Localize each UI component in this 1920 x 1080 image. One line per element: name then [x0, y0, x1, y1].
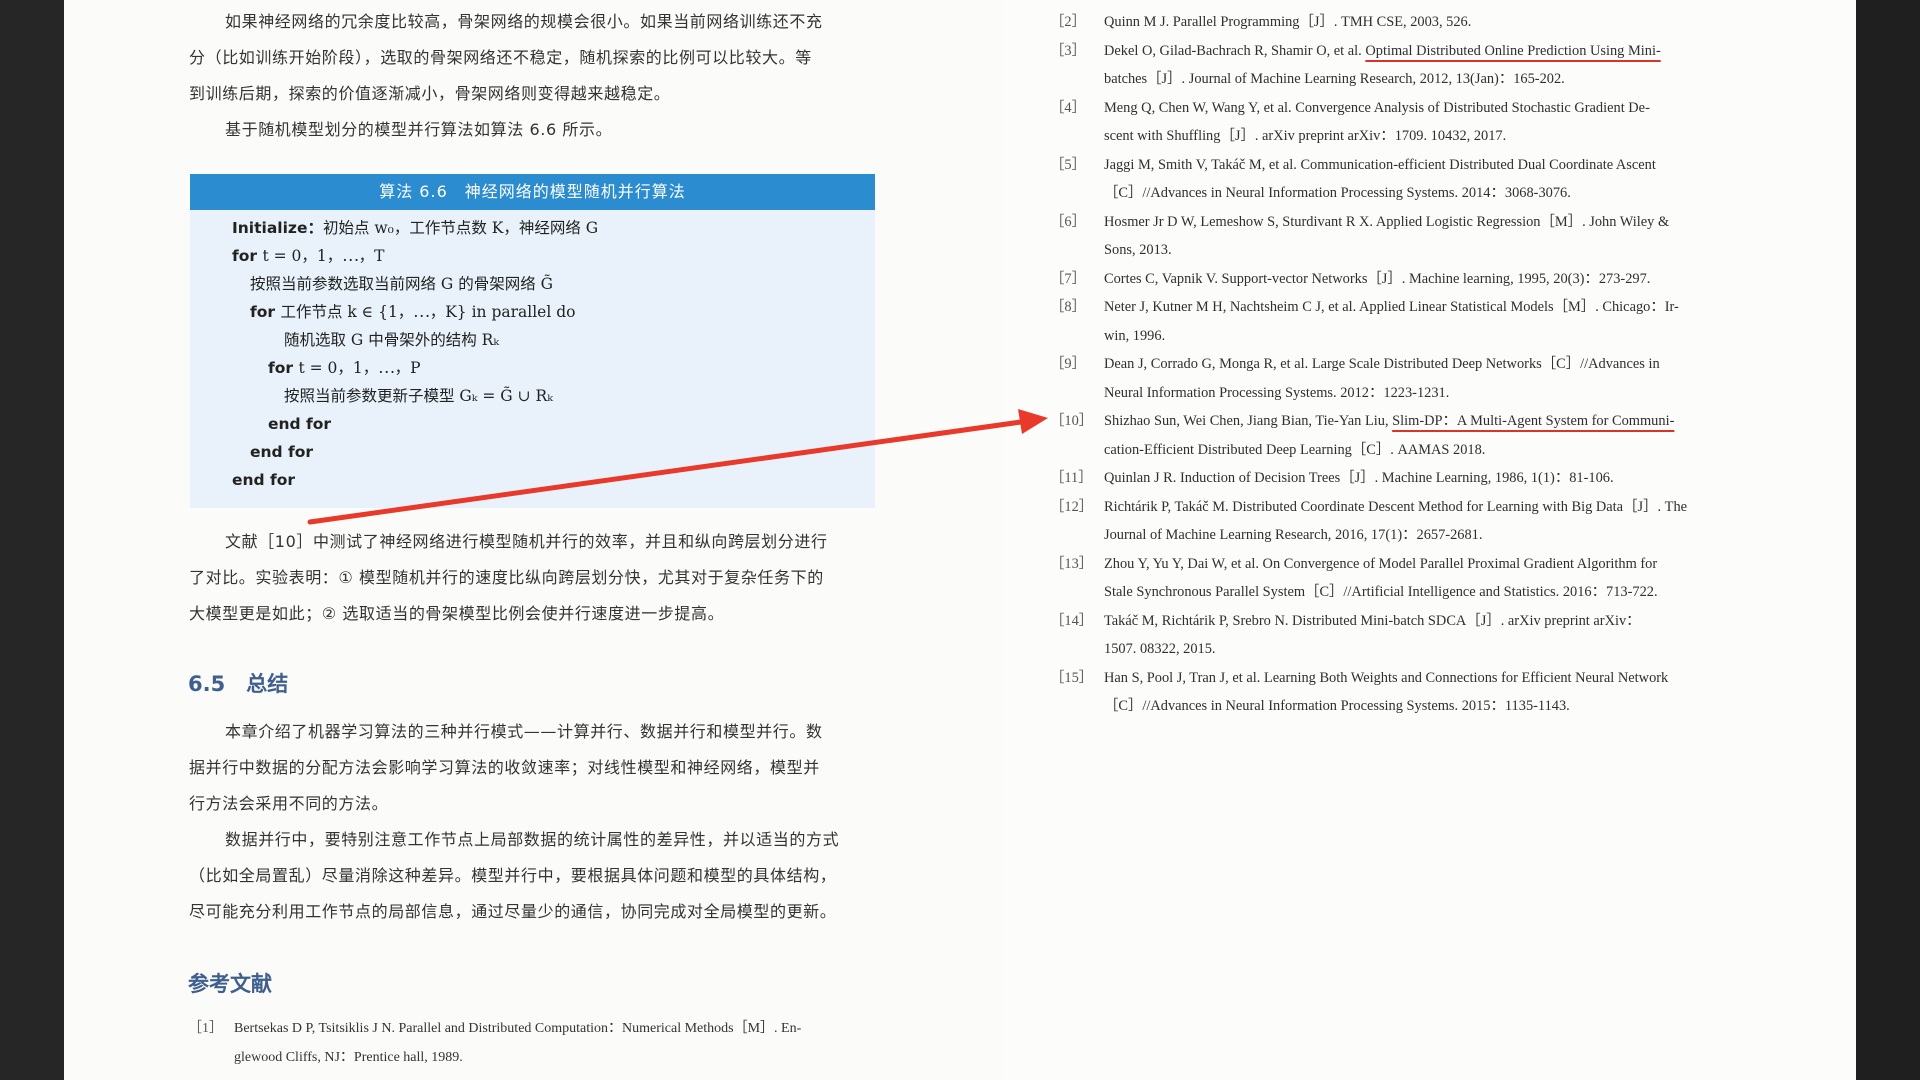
reference-text: 1507. 08322, 2015. — [1104, 641, 1216, 657]
reference-item: ［3］ Dekel O, Gilad-Bachrach R, Shamir O, … — [1050, 37, 1770, 94]
reference-item: ［5］ Jaggi M, Smith V, Takáč M, et al. Com… — [1050, 151, 1770, 208]
reference-text: Meng Q, Chen W, Wang Y, et al. Convergen… — [1104, 99, 1650, 116]
reference-number: ［1］ — [188, 1021, 223, 1036]
reference-text: Han S, Pool J, Tran J, et al. Learning B… — [1104, 669, 1669, 686]
reference-item: ［6］ Hosmer Jr D W, Lemeshow S, Sturdivant… — [1050, 208, 1770, 265]
reference-text: Richtárik P, Takáč M. Distributed Coordi… — [1104, 498, 1688, 515]
reference-item: ［14］ Takáč M, Richtárik P, Srebro N. Dist… — [1050, 607, 1770, 664]
reference-number: ［3］ — [1050, 42, 1086, 59]
reference-number: ［14］ — [1050, 612, 1094, 629]
reference-number: ［11］ — [1050, 470, 1093, 486]
reference-text: Dean J, Corrado G, Monga R, et al. Large… — [1104, 356, 1660, 372]
text-line: 本章介绍了机器学习算法的三种并行模式——计算并行、数据并行和模型并行。数 — [225, 722, 823, 741]
reference-item: ［12］ Richtárik P, Takáč M. Distributed Co… — [1050, 493, 1770, 550]
reference-text: Journal of Machine Learning Research, 20… — [1104, 527, 1483, 543]
text-line: 如果神经网络的冗余度比较高，骨架网络的规模会很小。如果当前网络训练还不充 — [225, 12, 823, 31]
references-title: 参考文献 — [188, 972, 272, 996]
algorithm-line: for t = 0，1，⋯，P — [268, 359, 421, 377]
text-line: 数据并行中，要特别注意工作节点上局部数据的统计属性的差异性，并以适当的方式 — [225, 830, 840, 849]
reference-item: ［7］ Cortes C, Vapnik V. Support-vector Ne… — [1050, 265, 1770, 294]
text-line: 大模型更是如此；② 选取适当的骨架模型比例会使并行速度进一步提高。 — [189, 604, 725, 623]
text-line: 基于随机模型划分的模型并行算法如算法 6.6 所示。 — [225, 120, 613, 139]
reference-text: cation-Efficient Distributed Deep Learni… — [1104, 441, 1486, 458]
algorithm-line: end for — [268, 415, 332, 433]
text-line: 了对比。实验表明：① 模型随机并行的速度比纵向跨层划分快，尤其对于复杂任务下的 — [189, 568, 824, 587]
reference-item: ［13］ Zhou Y, Yu Y, Dai W, et al. On Conve… — [1050, 550, 1770, 607]
reference-number: ［4］ — [1050, 99, 1086, 116]
reference-number: ［5］ — [1050, 156, 1086, 173]
experiment-paragraph: 文献［10］中测试了神经网络进行模型随机并行的效率，并且和纵向跨层划分进行 了对… — [189, 524, 874, 632]
reference-text: Cortes C, Vapnik V. Support-vector Netwo… — [1104, 270, 1651, 287]
reference-text: ［C］//Advances in Neural Information Proc… — [1104, 185, 1571, 201]
reference-text: Quinn M J. Parallel Programming［J］. TMH … — [1104, 14, 1472, 30]
text-line: 分（比如训练开始阶段），选取的骨架网络还不稳定，随机探索的比例可以比较大。等 — [189, 48, 812, 67]
reference-number: ［6］ — [1050, 213, 1086, 230]
algorithm-line: 随机选取 G 中骨架外的结构 Rₖ — [284, 331, 499, 349]
text-line: 尽可能充分利用工作节点的局部信息，通过尽量少的通信，协同完成对全局模型的更新。 — [189, 902, 837, 921]
algorithm-line: end for — [250, 443, 314, 461]
reference-item: ［4］ Meng Q, Chen W, Wang Y, et al. Conver… — [1050, 94, 1770, 151]
algorithm-line: 按照当前参数更新子模型 Gₖ = G̃ ∪ Rₖ — [284, 387, 553, 405]
summary-paragraph: 本章介绍了机器学习算法的三种并行模式——计算并行、数据并行和模型并行。数 据并行… — [189, 714, 874, 930]
reference-number: ［2］ — [1050, 14, 1086, 30]
highlighted-title: Optimal Distributed Online Prediction Us… — [1365, 42, 1661, 59]
algorithm-box: 算法 6.6 神经网络的模型随机并行算法 Initialize：初始点 w₀，工… — [190, 174, 875, 508]
reference-text: Jaggi M, Smith V, Takáč M, et al. Commun… — [1104, 156, 1656, 173]
reference-item: ［11］ Quinlan J R. Induction of Decision T… — [1050, 464, 1770, 493]
intro-paragraph: 如果神经网络的冗余度比较高，骨架网络的规模会很小。如果当前网络训练还不充 分（比… — [189, 4, 874, 148]
reference-text: Shizhao Sun, Wei Chen, Jiang Bian, Tie-Y… — [1104, 413, 1675, 429]
reference-text: Quinlan J R. Induction of Decision Trees… — [1104, 470, 1614, 486]
reference-number: ［13］ — [1050, 555, 1094, 572]
reference-text: Neter J, Kutner M H, Nachtsheim C J, et … — [1104, 299, 1679, 315]
reference-number: ［7］ — [1050, 270, 1086, 287]
reference-number: ［9］ — [1050, 356, 1086, 372]
reference-item: ［9］ Dean J, Corrado G, Monga R, et al. La… — [1050, 350, 1770, 407]
left-page: 如果神经网络的冗余度比较高，骨架网络的规模会很小。如果当前网络训练还不充 分（比… — [64, 0, 1004, 1080]
algorithm-line: end for — [232, 471, 296, 489]
reference-item: ［15］ Han S, Pool J, Tran J, et al. Learni… — [1050, 664, 1770, 721]
right-bezel — [1856, 0, 1920, 1080]
reference-text: Hosmer Jr D W, Lemeshow S, Sturdivant R … — [1104, 213, 1670, 230]
reference-text: Takáč M, Richtárik P, Srebro N. Distribu… — [1104, 612, 1641, 629]
algorithm-body: Initialize：初始点 w₀，工作节点数 K，神经网络 G for t =… — [190, 210, 875, 489]
right-page: ［2］ Quinn M J. Parallel Programming［J］. T… — [1004, 0, 1856, 1080]
text-line: 据并行中数据的分配方法会影响学习算法的收敛速率；对线性模型和神经网络，模型并 — [189, 758, 820, 777]
text-line: 行方法会采用不同的方法。 — [189, 794, 389, 813]
reference-number: ［10］ — [1050, 413, 1094, 429]
reference-text: batches［J］. Journal of Machine Learning … — [1104, 71, 1565, 87]
reference-item: ［8］ Neter J, Kutner M H, Nachtsheim C J, … — [1050, 293, 1770, 350]
reference-text: glewood Cliffs, NJ：Prentice hall, 1989. — [234, 1050, 463, 1065]
reference-text: Zhou Y, Yu Y, Dai W, et al. On Convergen… — [1104, 555, 1658, 572]
highlighted-title: Slim-DP：A Multi-Agent System for Communi… — [1392, 413, 1675, 429]
section-title: 6.5 总结 — [188, 672, 289, 696]
reference-text: Neural Information Processing Systems. 2… — [1104, 384, 1450, 401]
text-line: 文献［10］中测试了神经网络进行模型随机并行的效率，并且和纵向跨层划分进行 — [225, 532, 828, 551]
reference-item: ［2］ Quinn M J. Parallel Programming［J］. T… — [1050, 8, 1770, 37]
left-bezel — [0, 0, 64, 1080]
algorithm-line: 按照当前参数选取当前网络 G 的骨架网络 G̃ — [250, 275, 554, 293]
reference-number: ［15］ — [1050, 669, 1094, 686]
reference-text: Sons, 2013. — [1104, 242, 1172, 258]
text-line: 到训练后期，探索的价值逐渐减小，骨架网络则变得越来越稳定。 — [189, 84, 671, 103]
algorithm-line: Initialize：初始点 w₀，工作节点数 K，神经网络 G — [232, 219, 599, 237]
reference-list: ［2］ Quinn M J. Parallel Programming［J］. T… — [1050, 8, 1770, 721]
text-line: （比如全局置乱）尽量消除这种差异。模型并行中，要根据具体问题和模型的具体结构， — [189, 866, 837, 885]
reference-item: ［10］ Shizhao Sun, Wei Chen, Jiang Bian, T… — [1050, 407, 1770, 464]
algorithm-line: for 工作节点 k ∈ {1，⋯，K} in parallel do — [250, 303, 576, 321]
reference-text: scent with Shuffling［J］. arXiv preprint … — [1104, 128, 1507, 144]
reference-item: ［1］ Bertsekas D P, Tsitsiklis J N. Parall… — [188, 1014, 888, 1072]
reference-text: win, 1996. — [1104, 327, 1166, 344]
reference-number: ［12］ — [1050, 498, 1094, 515]
algorithm-title: 算法 6.6 神经网络的模型随机并行算法 — [190, 174, 875, 210]
reference-text: Stale Synchronous Parallel System［C］//Ar… — [1104, 584, 1658, 600]
reference-text: Bertsekas D P, Tsitsiklis J N. Parallel … — [234, 1021, 802, 1036]
reference-text: ［C］//Advances in Neural Information Proc… — [1104, 698, 1570, 714]
reference-number: ［8］ — [1050, 299, 1086, 315]
reference-text: Dekel O, Gilad-Bachrach R, Shamir O, et … — [1104, 42, 1661, 59]
algorithm-line: for t = 0，1，⋯，T — [232, 247, 385, 265]
